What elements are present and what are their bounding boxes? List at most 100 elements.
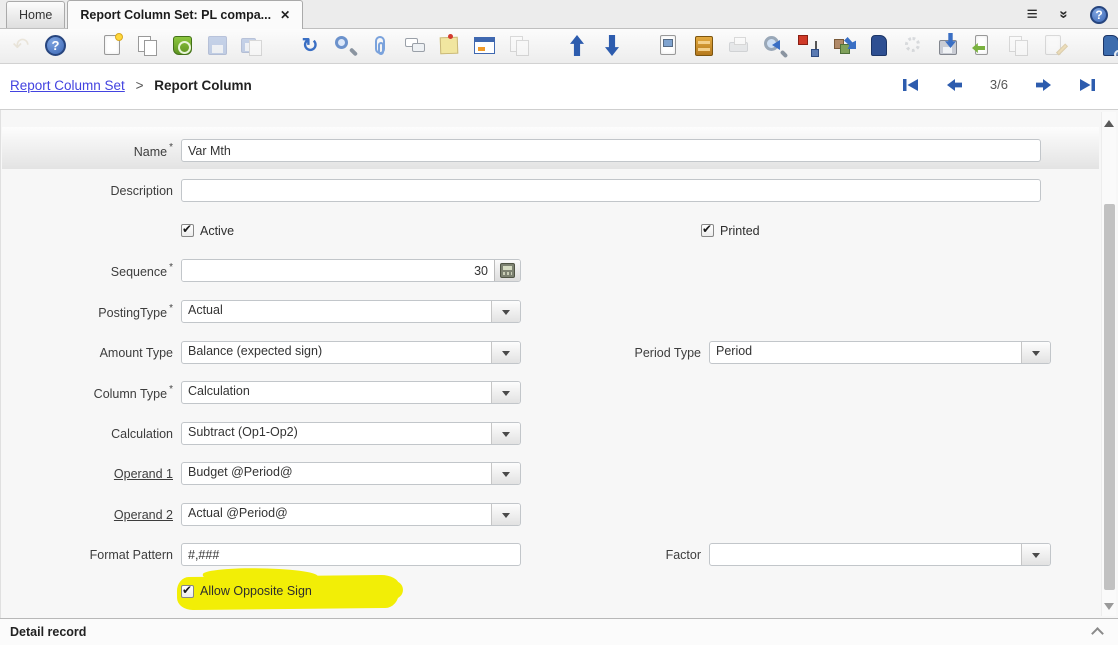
attachment-icon[interactable] [367, 33, 393, 59]
chevron-down-icon[interactable] [491, 423, 520, 444]
posting-type-select[interactable]: Actual [181, 300, 521, 323]
collapse-tabs-icon[interactable]: » [1055, 10, 1072, 18]
description-input[interactable] [181, 179, 1041, 202]
breadcrumb: Report Column Set > Report Column [10, 78, 252, 93]
posting-type-label: PostingType [1, 303, 173, 320]
description-label: Description [1, 184, 173, 198]
active-checkbox[interactable] [181, 224, 194, 237]
chevron-down-icon[interactable] [1021, 544, 1050, 565]
operand-2-label-link[interactable]: Operand 2 [1, 508, 173, 522]
detail-record-label: Detail record [10, 625, 86, 639]
breadcrumb-row: Report Column Set > Report Column 3/6 [0, 64, 1118, 110]
chevron-down-icon[interactable] [491, 342, 520, 363]
chevron-down-icon[interactable] [1021, 342, 1050, 363]
application-window: Home Report Column Set: PL compa... ✕ ≡ … [0, 0, 1118, 645]
expand-detail-icon[interactable] [1091, 627, 1104, 640]
chevron-down-icon[interactable] [491, 301, 520, 322]
export-icon[interactable] [936, 33, 962, 59]
zoom-across-icon[interactable] [831, 33, 857, 59]
new-record-icon[interactable] [100, 33, 126, 59]
operand-1-label-link[interactable]: Operand 1 [1, 467, 173, 481]
period-type-label: Period Type [531, 346, 701, 360]
factor-value [710, 544, 1021, 565]
scrollbar-thumb[interactable] [1104, 204, 1115, 590]
posting-type-value: Actual [182, 301, 491, 322]
previous-record-icon[interactable] [946, 78, 963, 92]
active-label: Active [200, 224, 234, 238]
name-label: Name [1, 142, 173, 159]
tab-report-column-set[interactable]: Report Column Set: PL compa... ✕ [67, 0, 303, 29]
product-info-icon[interactable] [1098, 33, 1118, 59]
scroll-up-icon[interactable] [1104, 120, 1114, 127]
workflow-icon[interactable] [796, 33, 822, 59]
column-type-label: Column Type [1, 384, 173, 401]
form-area: Name Description Active Printed Sequence [0, 110, 1118, 618]
amount-type-select[interactable]: Balance (expected sign) [181, 341, 521, 364]
save-create-icon [240, 33, 266, 59]
operand-1-select[interactable]: Budget @Period@ [181, 462, 521, 485]
breadcrumb-current: Report Column [154, 78, 252, 93]
tab-list-menu-icon[interactable]: ≡ [1027, 5, 1038, 24]
tab-home-label: Home [19, 8, 52, 22]
report-icon[interactable] [656, 33, 682, 59]
period-type-select[interactable]: Period [709, 341, 1051, 364]
scroll-down-icon[interactable] [1104, 603, 1114, 610]
help-icon[interactable]: ? [43, 33, 69, 59]
factor-label: Factor [531, 548, 701, 562]
chevron-down-icon[interactable] [491, 382, 520, 403]
name-input[interactable] [181, 139, 1041, 162]
last-record-icon[interactable] [1079, 78, 1096, 92]
grid-toggle-icon[interactable] [472, 33, 498, 59]
archive-icon[interactable] [691, 33, 717, 59]
column-type-value: Calculation [182, 382, 491, 403]
amount-type-label: Amount Type [1, 346, 173, 360]
first-record-icon[interactable] [902, 78, 919, 92]
record-position: 3/6 [990, 77, 1008, 92]
operand-2-select[interactable]: Actual @Period@ [181, 503, 521, 526]
parent-record-icon [507, 33, 533, 59]
previous-record-icon[interactable] [564, 33, 590, 59]
vertical-scrollbar[interactable] [1101, 112, 1116, 616]
column-type-select[interactable]: Calculation [181, 381, 521, 404]
note-icon[interactable] [437, 33, 463, 59]
breadcrumb-parent-link[interactable]: Report Column Set [10, 78, 125, 93]
operand-1-value: Budget @Period@ [182, 463, 491, 484]
format-pattern-label: Format Pattern [1, 548, 173, 562]
save-icon [205, 33, 231, 59]
tab-home[interactable]: Home [6, 1, 65, 28]
print-preview-icon[interactable] [761, 33, 787, 59]
customize-icon [901, 33, 927, 59]
tab-bar-controls: ≡ » ? [1027, 0, 1108, 29]
print-icon [726, 33, 752, 59]
delete-record-icon[interactable] [170, 33, 196, 59]
next-record-icon[interactable] [599, 33, 625, 59]
factor-select[interactable] [709, 543, 1051, 566]
tab-report-column-set-label: Report Column Set: PL compa... [80, 8, 271, 22]
file-import-icon[interactable] [971, 33, 997, 59]
format-pattern-input[interactable] [181, 543, 521, 566]
undo-icon: ↶ [8, 33, 34, 59]
calculation-select[interactable]: Subtract (Op1-Op2) [181, 422, 521, 445]
allow-opposite-sign-label: Allow Opposite Sign [200, 584, 312, 598]
close-icon[interactable]: ✕ [280, 8, 290, 22]
operand-2-value: Actual @Period@ [182, 504, 491, 525]
chevron-down-icon[interactable] [491, 504, 520, 525]
allow-opposite-sign-checkbox[interactable] [181, 585, 194, 598]
requests-icon[interactable] [866, 33, 892, 59]
calculator-icon[interactable] [494, 260, 520, 281]
detail-record-bar: Detail record [0, 618, 1118, 645]
sequence-input[interactable] [182, 260, 494, 281]
copy-record-icon[interactable] [135, 33, 161, 59]
chat-icon[interactable] [402, 33, 428, 59]
refresh-icon[interactable]: ↻ [297, 33, 323, 59]
printed-label: Printed [720, 224, 760, 238]
chevron-down-icon[interactable] [491, 463, 520, 484]
printed-checkbox[interactable] [701, 224, 714, 237]
record-navigation: 3/6 [902, 77, 1096, 92]
find-icon[interactable] [332, 33, 358, 59]
help-icon[interactable]: ? [1090, 6, 1108, 24]
next-record-icon[interactable] [1035, 78, 1052, 92]
calculation-value: Subtract (Op1-Op2) [182, 423, 491, 444]
csv-import-icon [1006, 33, 1032, 59]
calculation-label: Calculation [1, 427, 173, 441]
